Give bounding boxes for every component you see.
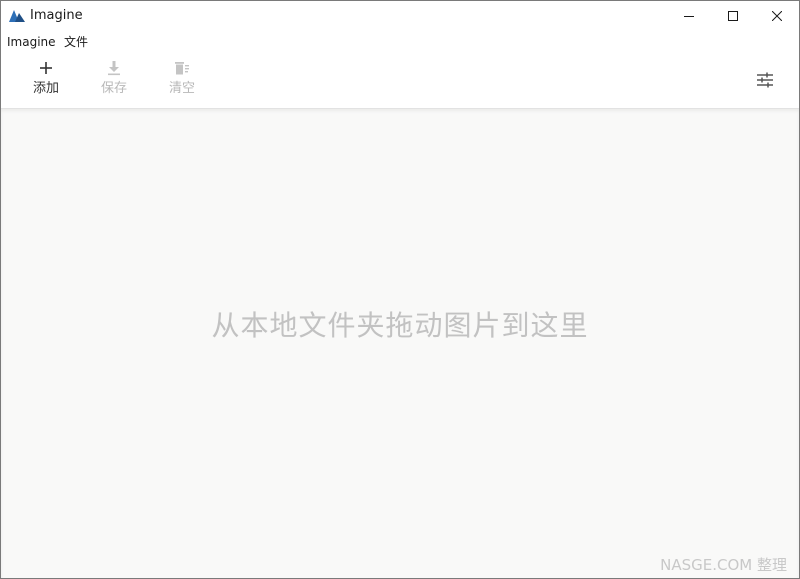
clear-button-label: 清空: [168, 81, 195, 96]
maximize-icon: [728, 11, 738, 21]
download-icon: [108, 61, 120, 76]
minimize-button[interactable]: [667, 1, 711, 31]
save-button[interactable]: 保存: [89, 59, 139, 103]
app-logo-icon: [9, 10, 25, 22]
plus-icon: [40, 62, 52, 74]
add-button[interactable]: 添加: [21, 59, 71, 103]
menu-imagine[interactable]: Imagine: [7, 34, 56, 50]
sliders-icon: [757, 72, 773, 88]
menu-file[interactable]: 文件: [64, 34, 88, 50]
window-title: Imagine: [30, 8, 83, 23]
drop-hint-text: 从本地文件夹拖动图片到这里: [211, 309, 589, 342]
settings-button[interactable]: [753, 68, 777, 92]
trash-icon: [175, 62, 189, 75]
add-button-label: 添加: [32, 81, 59, 96]
drop-zone[interactable]: 从本地文件夹拖动图片到这里 NASGE.COM 整理: [1, 108, 799, 578]
save-button-label: 保存: [100, 81, 127, 96]
title-bar[interactable]: Imagine: [1, 1, 799, 31]
maximize-button[interactable]: [711, 1, 755, 31]
minimize-icon: [684, 16, 694, 17]
toolbar: 添加 保存 清空: [1, 53, 799, 108]
menu-bar: Imagine 文件: [1, 31, 799, 53]
app-window: Imagine Imagine 文件 添加 保存 清空 从本地文件夹拖动图片到这…: [0, 0, 800, 579]
watermark-text: NASGE.COM 整理: [660, 556, 787, 574]
close-button[interactable]: [755, 1, 799, 31]
clear-button[interactable]: 清空: [157, 59, 207, 103]
close-icon: [772, 11, 782, 21]
